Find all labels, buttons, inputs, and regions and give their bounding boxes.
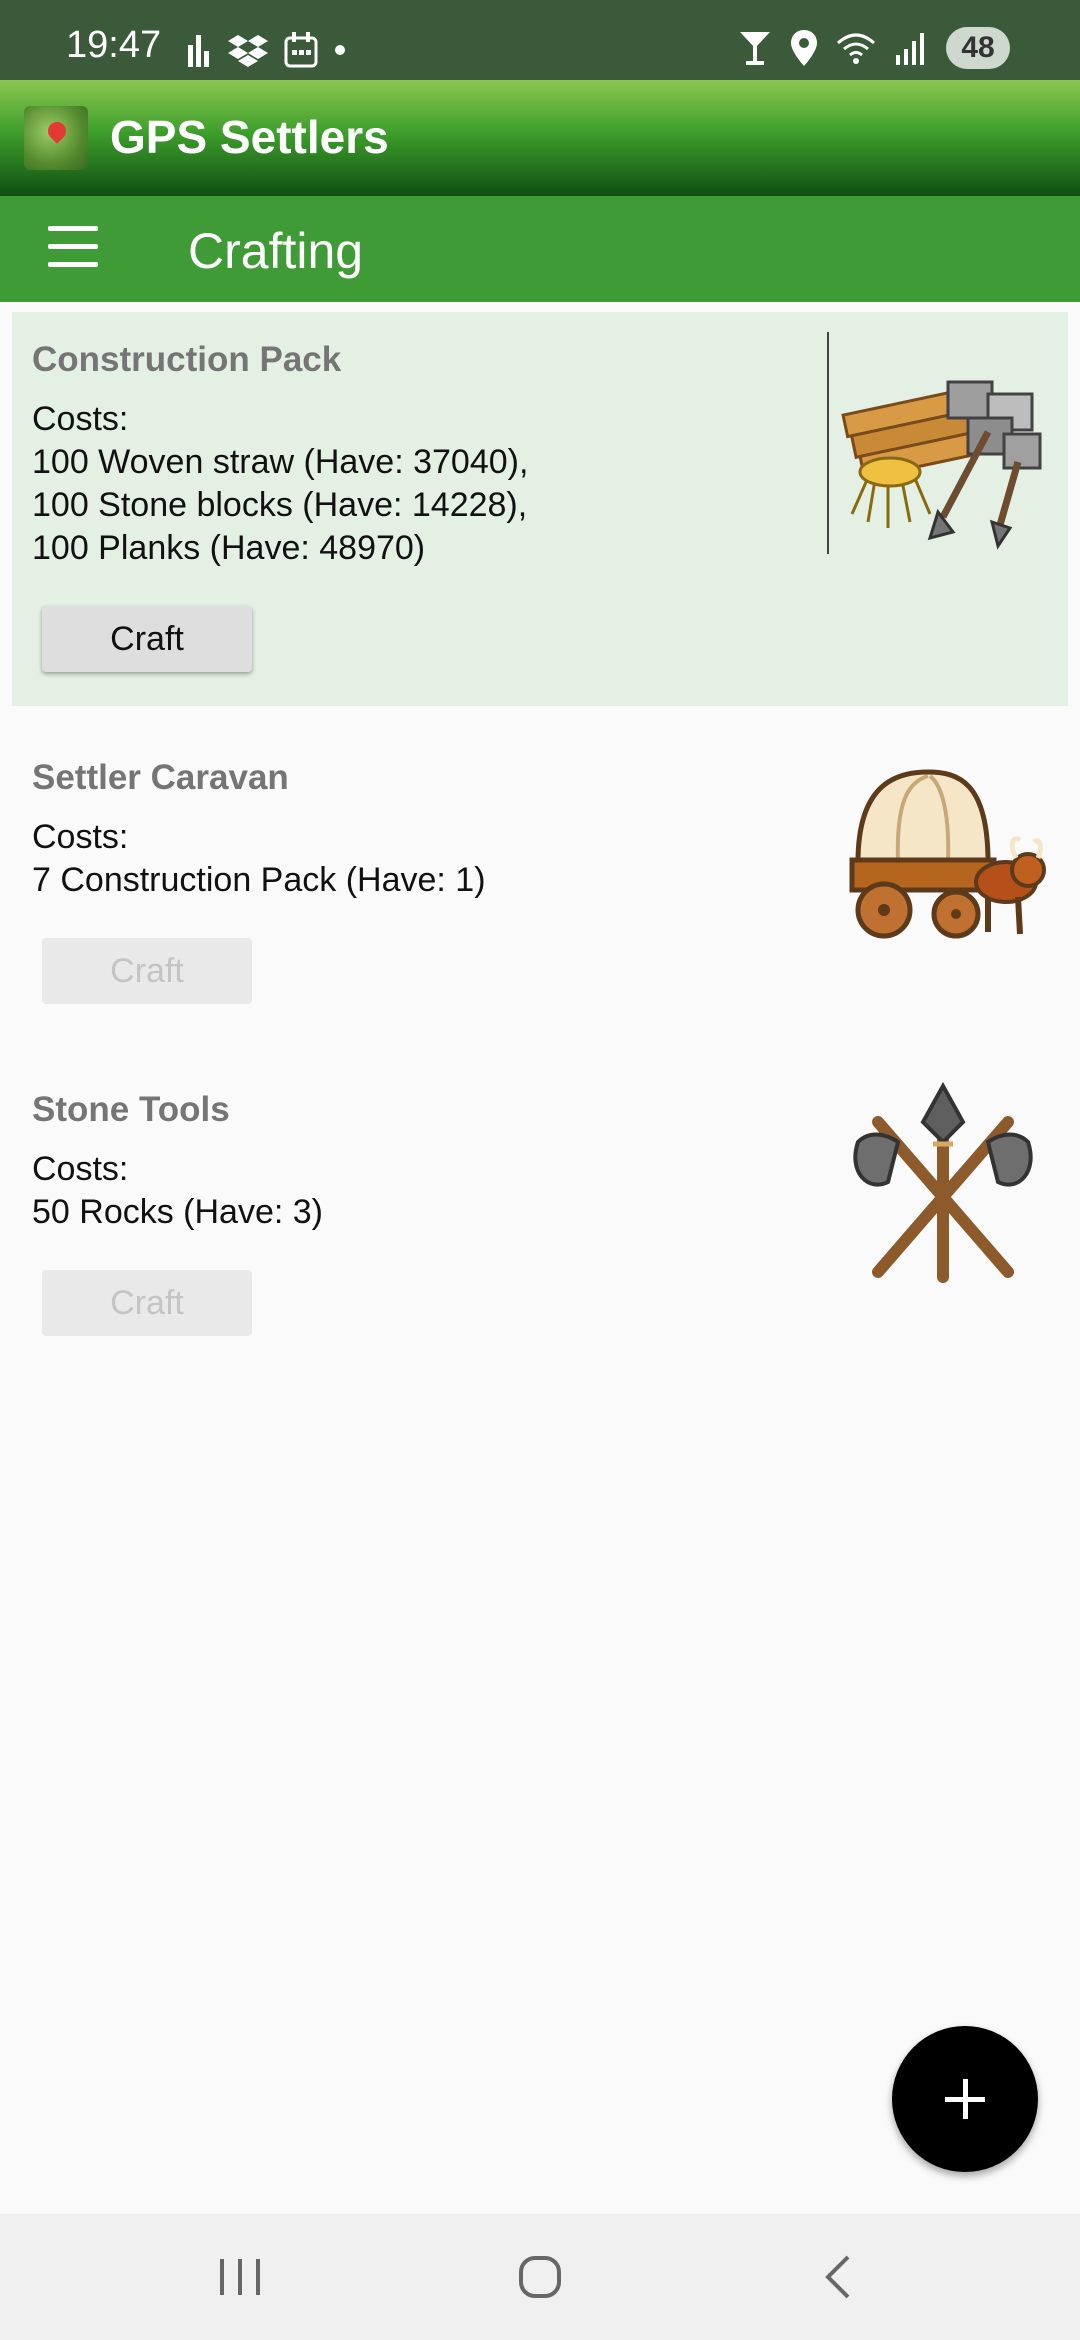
recipe-card-stone-tools[interactable]: Stone Tools Costs: 50 Rocks (Have: 3) Cr… bbox=[12, 1062, 1068, 1362]
status-bar: 19:47 48 bbox=[0, 0, 1080, 80]
wifi-icon bbox=[837, 33, 875, 64]
status-time: 19:47 bbox=[66, 24, 162, 66]
card-divider bbox=[827, 332, 829, 554]
status-icons-left bbox=[186, 30, 346, 70]
dot-icon bbox=[335, 45, 345, 55]
craft-button[interactable]: Craft bbox=[42, 1270, 252, 1336]
app-logo-icon bbox=[24, 106, 88, 170]
signal-icon bbox=[896, 33, 924, 65]
back-icon[interactable] bbox=[800, 2247, 880, 2307]
activity-icon bbox=[188, 35, 209, 67]
recipe-card-settler-caravan[interactable]: Settler Caravan Costs: 7 Construction Pa… bbox=[12, 730, 1068, 1030]
recipe-costs: Costs: 7 Construction Pack (Have: 1) bbox=[32, 818, 486, 899]
app-bar: GPS Settlers bbox=[0, 80, 1080, 196]
craft-button[interactable]: Craft bbox=[42, 938, 252, 1004]
status-icons-right: 48 bbox=[738, 26, 1010, 70]
app-name: GPS Settlers bbox=[110, 111, 389, 163]
hamburger-menu-icon[interactable] bbox=[40, 226, 106, 272]
page-title: Crafting bbox=[188, 223, 364, 279]
covered-wagon-icon bbox=[849, 769, 1046, 939]
craft-button[interactable]: Craft bbox=[42, 606, 252, 672]
recipe-costs: Costs: 100 Woven straw (Have: 37040), 10… bbox=[32, 400, 529, 567]
location-icon bbox=[791, 30, 817, 66]
recipe-title: Construction Pack bbox=[32, 340, 342, 379]
recipe-card-construction-pack[interactable]: Construction Pack Costs: 100 Woven straw… bbox=[12, 312, 1068, 706]
battery-indicator: 48 bbox=[946, 27, 1010, 69]
calendar-icon bbox=[284, 32, 318, 68]
recipe-costs: Costs: 50 Rocks (Have: 3) bbox=[32, 1150, 323, 1231]
recipe-title: Settler Caravan bbox=[32, 758, 289, 797]
home-icon[interactable] bbox=[500, 2247, 580, 2307]
cocktail-icon bbox=[740, 32, 770, 65]
dropbox-icon bbox=[228, 35, 268, 67]
recent-apps-icon[interactable] bbox=[200, 2247, 280, 2307]
system-nav-bar bbox=[0, 2214, 1080, 2340]
construction-pack-icon bbox=[841, 380, 1042, 550]
add-fab-button[interactable] bbox=[892, 2026, 1038, 2172]
toolbar: Crafting bbox=[0, 196, 1080, 302]
recipe-title: Stone Tools bbox=[32, 1090, 230, 1129]
stone-axes-icon bbox=[853, 1082, 1033, 1283]
